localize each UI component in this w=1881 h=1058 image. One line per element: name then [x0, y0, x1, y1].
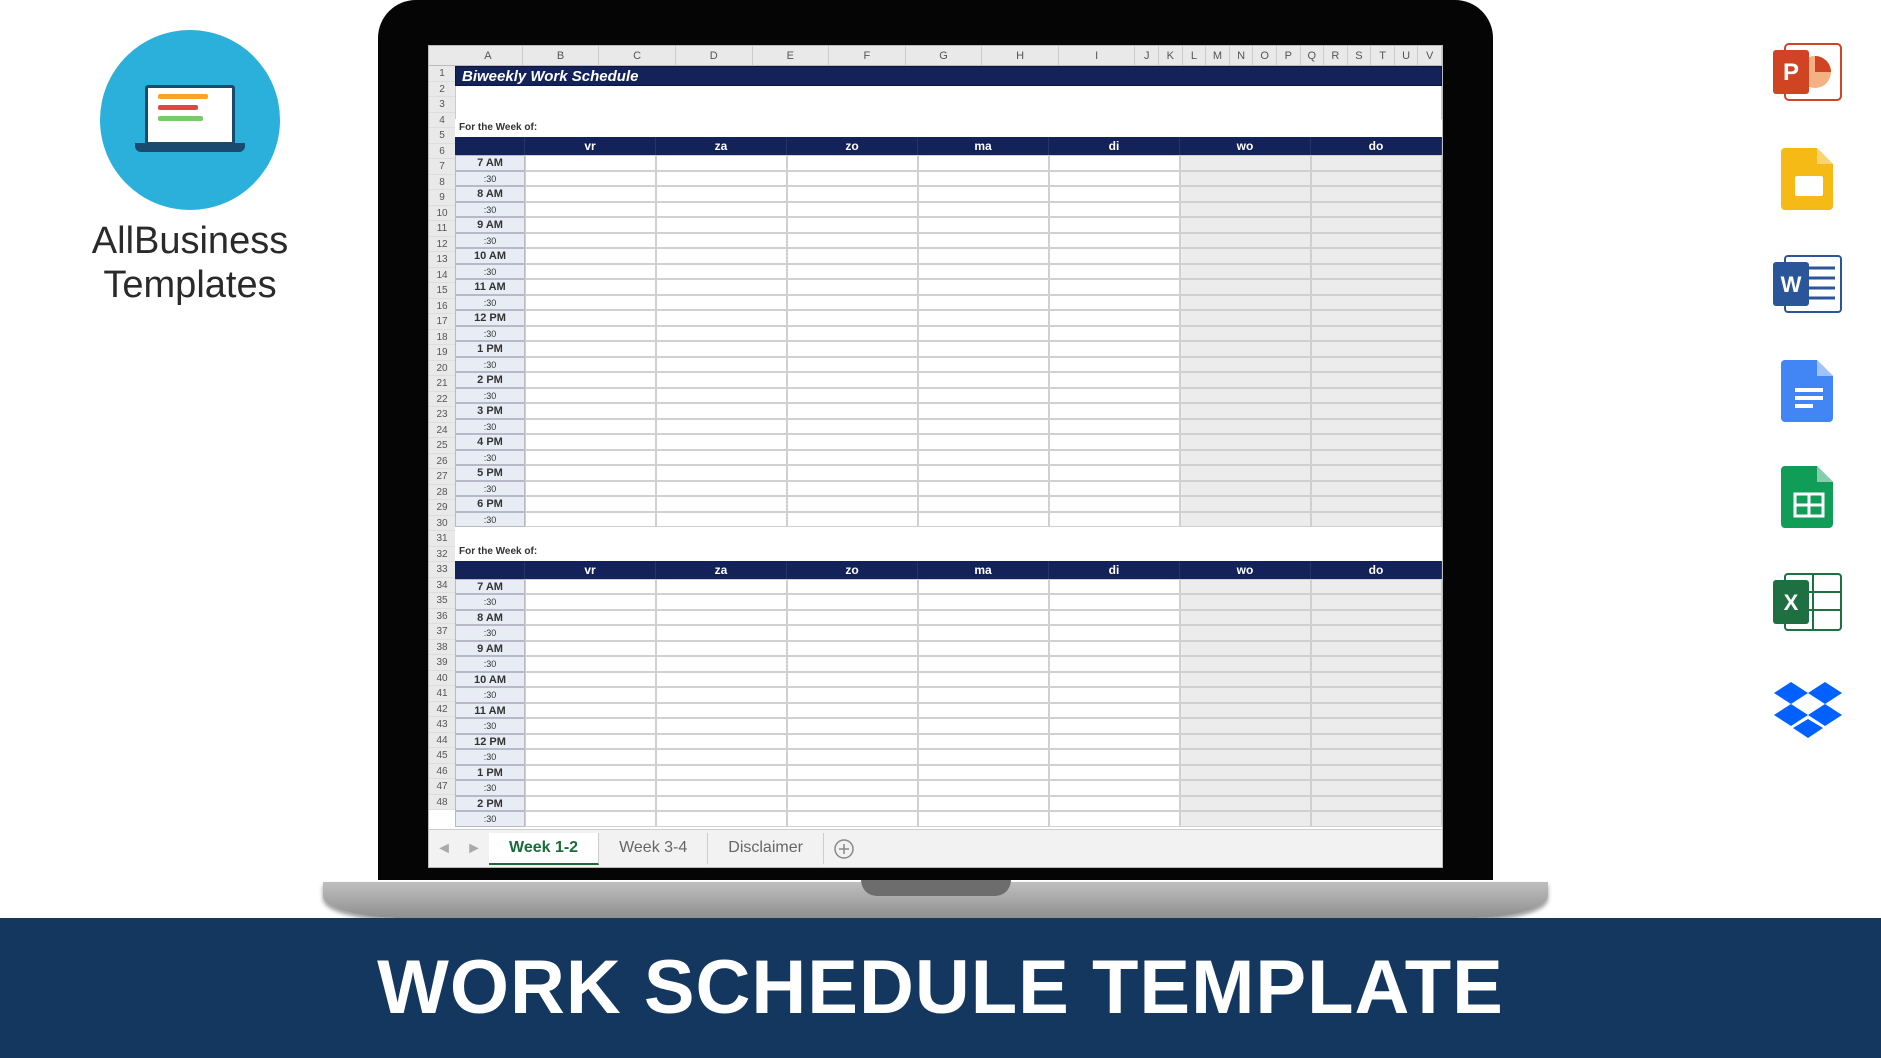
excel-icon[interactable]: X [1773, 570, 1843, 634]
sheet-tab-week-3-4[interactable]: Week 3-4 [599, 833, 708, 865]
word-icon[interactable]: W [1773, 252, 1843, 316]
page-title-banner: WORK SCHEDULE TEMPLATE [0, 918, 1881, 1058]
day-header-row-1[interactable]: vrzazomadiwodo [455, 137, 1442, 155]
add-sheet-button[interactable] [824, 839, 864, 859]
day-header-row-2[interactable]: vrzazomadiwodo [455, 561, 1442, 579]
sheet-title[interactable]: Biweekly Work Schedule [455, 66, 1442, 86]
blank-rows[interactable] [455, 86, 1442, 119]
schedule-grid-1[interactable]: 7 AM:308 AM:309 AM:3010 AM:3011 AM:3012 … [455, 155, 1442, 527]
svg-text:W: W [1781, 272, 1802, 297]
app-icons-column: P W X [1773, 40, 1843, 740]
docs-icon[interactable] [1773, 358, 1843, 422]
sheet-tab-week-1-2[interactable]: Week 1-2 [489, 833, 599, 865]
svg-text:P: P [1783, 59, 1799, 86]
dropbox-icon[interactable] [1773, 676, 1843, 740]
brand-title: AllBusinessTemplates [75, 220, 305, 307]
select-all-corner[interactable] [429, 46, 455, 66]
svg-text:X: X [1784, 590, 1799, 615]
brand-logo: AllBusinessTemplates [75, 30, 305, 307]
week-label-2[interactable]: For the Week of: [455, 543, 1442, 561]
slides-icon[interactable] [1773, 146, 1843, 210]
powerpoint-icon[interactable]: P [1773, 40, 1843, 104]
row-headers[interactable]: 1234567891011121314151617181920212223242… [429, 66, 455, 810]
tab-prev-icon[interactable]: ◄ [429, 840, 459, 858]
plus-icon [834, 839, 854, 859]
tab-next-icon[interactable]: ► [459, 840, 489, 858]
column-headers[interactable]: ABCDEFGHIJKLMNOPQRSTUV [454, 46, 1442, 66]
laptop-mockup: ABCDEFGHIJKLMNOPQRSTUV 12345678910111213… [378, 0, 1493, 910]
brand-circle-icon [100, 30, 280, 210]
spreadsheet-screen: ABCDEFGHIJKLMNOPQRSTUV 12345678910111213… [428, 45, 1443, 868]
week-label-1[interactable]: For the Week of: [455, 119, 1442, 137]
sheet-tab-disclaimer[interactable]: Disclaimer [708, 833, 824, 865]
schedule-grid-2[interactable]: 7 AM:308 AM:309 AM:3010 AM:3011 AM:3012 … [455, 579, 1442, 827]
sheet-tabs: ◄ ► Week 1-2Week 3-4Disclaimer [429, 829, 1442, 867]
sheets-icon[interactable] [1773, 464, 1843, 528]
